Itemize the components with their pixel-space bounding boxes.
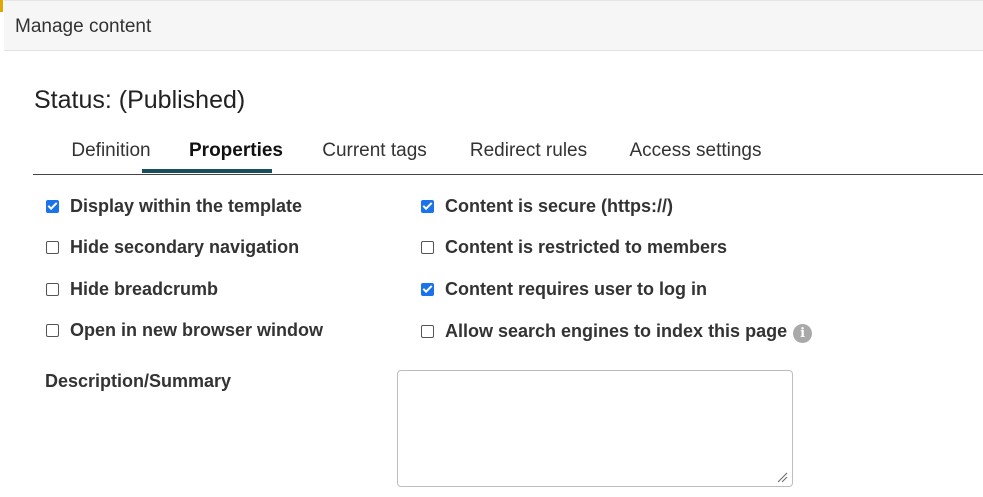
tab-redirect-rules[interactable]: Redirect rules (467, 138, 590, 172)
tab-properties[interactable]: Properties (181, 138, 291, 172)
option-restricted-to-members[interactable]: Content is restricted to members (421, 237, 727, 258)
tab-definition[interactable]: Definition (69, 138, 153, 172)
manage-content-dialog: Manage content Status: (Published) Defin… (4, 0, 983, 497)
option-open-new-window[interactable]: Open in new browser window (46, 320, 323, 341)
active-tab-indicator (142, 169, 272, 173)
option-allow-search-indexing[interactable]: Allow search engines to index this page … (421, 320, 813, 343)
checkbox-restricted-to-members[interactable] (421, 241, 434, 254)
option-label: Content is restricted to members (445, 237, 728, 257)
description-textarea[interactable] (397, 370, 793, 487)
tab-access-settings[interactable]: Access settings (625, 138, 766, 172)
status-heading: Status: (Published) (34, 86, 246, 114)
checkbox-requires-login[interactable] (421, 283, 434, 296)
option-requires-login[interactable]: Content requires user to log in (421, 279, 707, 300)
option-label: Allow search engines to index this page (445, 321, 788, 341)
checkbox-hide-secondary-navigation[interactable] (46, 241, 59, 254)
option-label: Content requires user to log in (445, 279, 708, 299)
option-hide-breadcrumb[interactable]: Hide breadcrumb (46, 279, 218, 300)
checkbox-hide-breadcrumb[interactable] (46, 283, 59, 296)
option-label: Hide secondary navigation (70, 237, 300, 257)
info-icon[interactable]: i (793, 324, 813, 343)
option-label: Open in new browser window (70, 320, 324, 340)
dialog-title: Manage content (15, 16, 152, 37)
option-hide-secondary-navigation[interactable]: Hide secondary navigation (46, 237, 299, 258)
option-label: Display within the template (70, 196, 303, 216)
checkbox-allow-search-indexing[interactable] (421, 325, 434, 338)
dialog-header: Manage content (4, 0, 983, 51)
checkbox-content-secure[interactable] (421, 200, 434, 213)
description-label: Description/Summary (45, 371, 232, 391)
background-page-accent (0, 0, 3, 12)
checkbox-open-new-window[interactable] (46, 324, 59, 337)
option-label: Hide breadcrumb (70, 279, 219, 299)
tab-current-tags[interactable]: Current tags (318, 138, 431, 172)
resize-handle-icon[interactable] (776, 471, 788, 483)
option-content-secure[interactable]: Content is secure (https://) (421, 196, 673, 217)
checkbox-display-within-template[interactable] (46, 200, 59, 213)
option-display-within-template[interactable]: Display within the template (46, 196, 302, 217)
option-label: Content is secure (https://) (445, 196, 674, 216)
